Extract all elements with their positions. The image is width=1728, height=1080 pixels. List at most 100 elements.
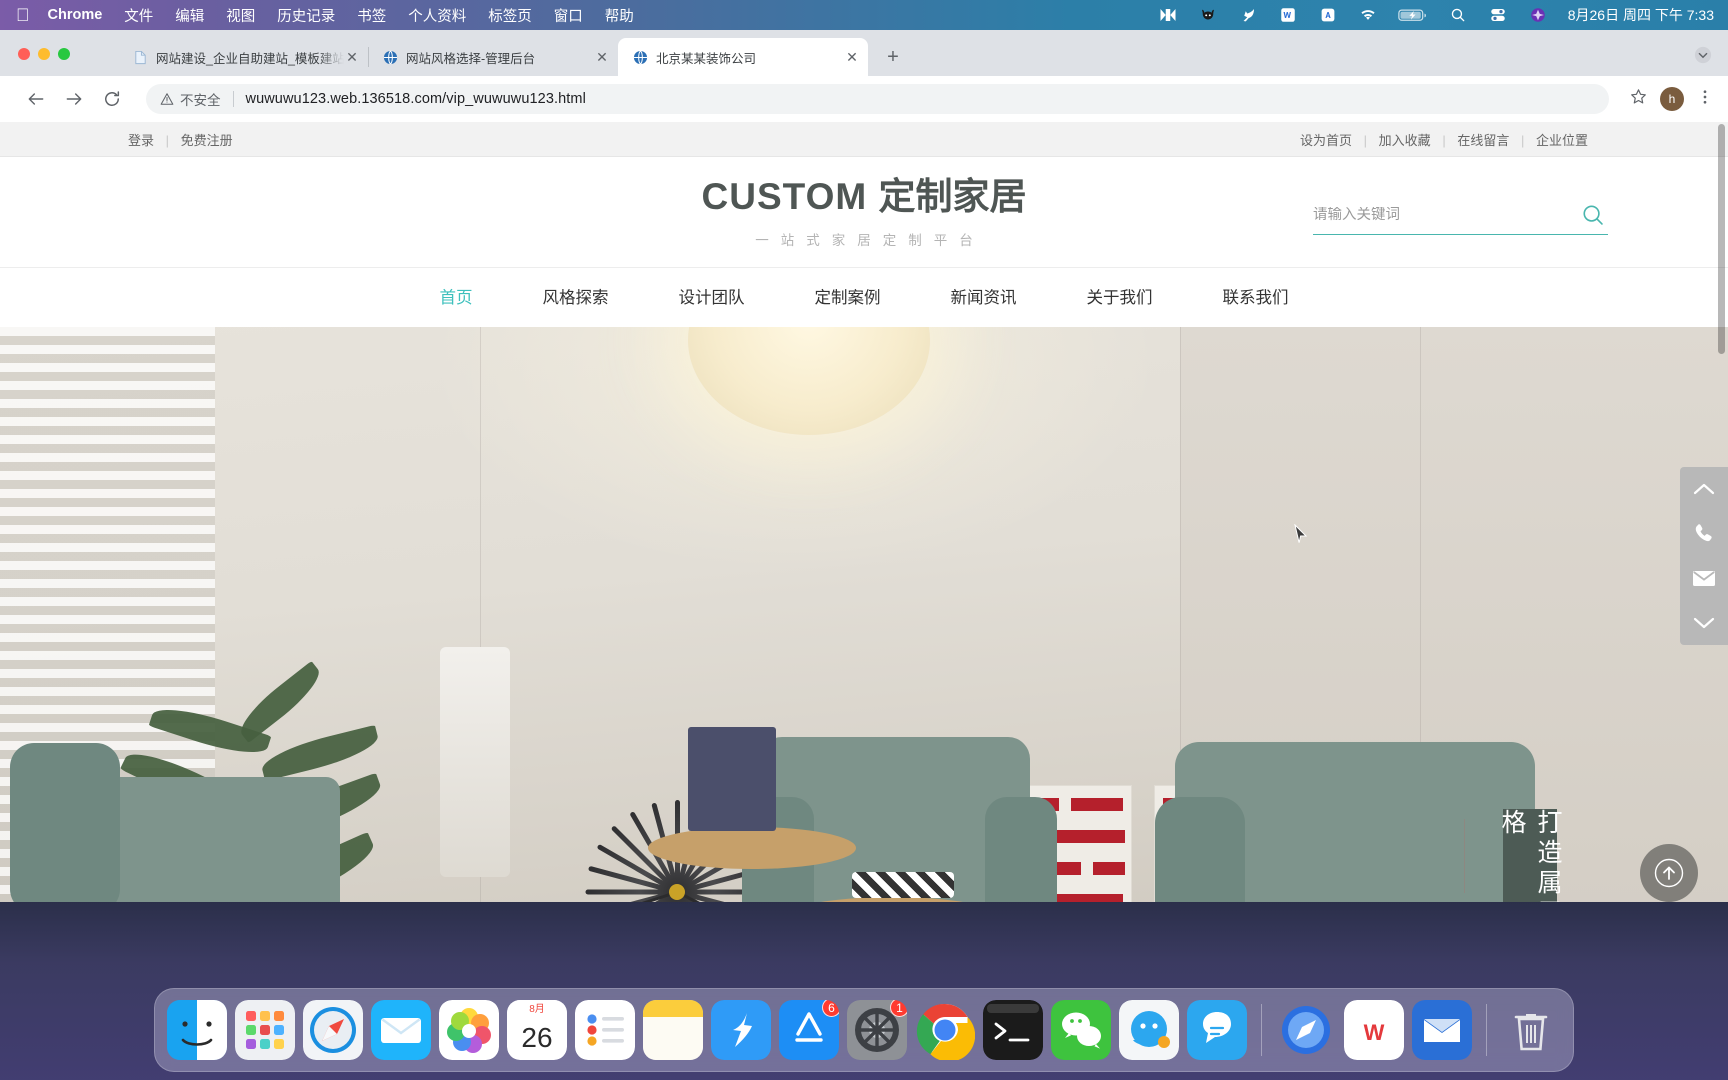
bookmark-star-icon[interactable]	[1629, 87, 1648, 111]
dock-app-app-store[interactable]: 6	[779, 1000, 839, 1060]
mouse-cursor	[1294, 523, 1308, 544]
macos-dock: 8月 26 6 1 W	[154, 988, 1574, 1072]
search-icon[interactable]	[1578, 203, 1608, 233]
tab-close-icon[interactable]: ✕	[594, 49, 610, 65]
menu-item-history[interactable]: 历史记录	[277, 5, 335, 26]
page-scrollbar[interactable]	[1714, 122, 1728, 902]
set-homepage-link[interactable]: 设为首页	[1300, 133, 1352, 148]
forward-button[interactable]	[58, 83, 90, 115]
menubar-clock[interactable]: 8月26日 周四 下午 7:33	[1568, 5, 1714, 25]
new-tab-button[interactable]: +	[878, 42, 908, 72]
back-button[interactable]	[20, 83, 52, 115]
calendar-day: 26	[521, 1022, 552, 1053]
dock-app-terminal[interactable]	[983, 1000, 1043, 1060]
nav-item-about-us[interactable]: 关于我们	[1052, 268, 1188, 328]
tab-strip: 网站建设_企业自助建站_模板建站 ✕ 网站风格选择-管理后台 ✕ 北京某某装饰公…	[0, 30, 1728, 76]
menu-item-file[interactable]: 文件	[124, 5, 153, 26]
add-favorite-link[interactable]: 加入收藏	[1379, 133, 1431, 148]
menu-item-view[interactable]: 视图	[226, 5, 255, 26]
tab-title: 网站风格选择-管理后台	[406, 51, 536, 66]
close-window-button[interactable]	[18, 48, 30, 60]
profile-avatar[interactable]: h	[1660, 87, 1684, 111]
badge-count: 6	[822, 1000, 839, 1017]
menu-item-edit[interactable]: 编辑	[175, 5, 204, 26]
search-input[interactable]	[1313, 206, 1578, 229]
tab-close-icon[interactable]: ✕	[844, 49, 860, 65]
menu-app-name[interactable]: Chrome	[48, 7, 103, 23]
register-link[interactable]: 免费注册	[181, 133, 233, 148]
nav-item-home[interactable]: 首页	[405, 268, 508, 328]
company-location-link[interactable]: 企业位置	[1536, 133, 1588, 148]
hero-banner[interactable]: 居家首选，时尚浪漫新感觉 打造属于您的独特风格	[0, 327, 1728, 902]
dock-app-launchpad[interactable]	[235, 1000, 295, 1060]
nav-item-design-team[interactable]: 设计团队	[644, 268, 780, 328]
nav-item-custom-cases[interactable]: 定制案例	[780, 268, 916, 328]
window-traffic-lights[interactable]	[18, 48, 70, 60]
tab-3[interactable]: 北京某某装饰公司 ✕	[618, 38, 868, 76]
dock-app-photos[interactable]	[439, 1000, 499, 1060]
tab-list-chevron-icon[interactable]	[1694, 46, 1712, 67]
security-label: 不安全	[180, 93, 221, 108]
reload-button[interactable]	[96, 83, 128, 115]
battery-icon[interactable]	[1397, 6, 1428, 24]
dock-area: 8月 26 6 1 W	[0, 902, 1728, 1080]
video-icon[interactable]	[1158, 6, 1178, 24]
dock-app-reminders[interactable]	[575, 1000, 635, 1060]
nav-item-contact-us[interactable]: 联系我们	[1188, 268, 1324, 328]
wps-icon[interactable]	[1278, 6, 1298, 24]
dock-app-finder[interactable]	[167, 1000, 227, 1060]
dock-app-browser-alt[interactable]	[1276, 1000, 1336, 1060]
online-message-link[interactable]: 在线留言	[1457, 133, 1509, 148]
tab-2[interactable]: 网站风格选择-管理后台 ✕	[368, 38, 618, 76]
tab-1[interactable]: 网站建设_企业自助建站_模板建站 ✕	[118, 38, 369, 76]
chrome-menu-icon[interactable]	[1696, 88, 1714, 111]
dock-app-wps[interactable]: W	[1344, 1000, 1404, 1060]
dock-app-mail-alt[interactable]	[1412, 1000, 1472, 1060]
dock-app-chrome[interactable]	[915, 1000, 975, 1060]
search-icon[interactable]	[1448, 6, 1468, 24]
dock-app-system-preferences[interactable]: 1	[847, 1000, 907, 1060]
dock-app-trash[interactable]	[1501, 1000, 1561, 1060]
maximize-window-button[interactable]	[58, 48, 70, 60]
site-search[interactable]	[1313, 201, 1608, 235]
tab-close-icon[interactable]: ✕	[344, 49, 360, 65]
security-indicator[interactable]: 不安全	[160, 89, 221, 109]
nav-item-news[interactable]: 新闻资讯	[916, 268, 1052, 328]
wifi-icon[interactable]	[1358, 6, 1378, 24]
dock-app-calendar[interactable]: 8月 26	[507, 1000, 567, 1060]
menu-item-profile[interactable]: 个人资料	[408, 5, 466, 26]
stacked-chairs-decoration	[440, 647, 510, 877]
dock-app-notes[interactable]	[643, 1000, 703, 1060]
dock-app-mail[interactable]	[371, 1000, 431, 1060]
macos-menu-bar:  Chrome 文件 编辑 视图 历史记录 书签 个人资料 标签页 窗口 帮助	[0, 0, 1728, 30]
menu-item-window[interactable]: 窗口	[554, 5, 583, 26]
nav-item-style-explore[interactable]: 风格探索	[508, 268, 644, 328]
armchair-center-arm-r	[985, 797, 1057, 902]
dock-app-qq[interactable]	[1119, 1000, 1179, 1060]
dock-app-safari[interactable]	[303, 1000, 363, 1060]
armchair-right-arm	[1155, 797, 1245, 902]
site-nav: 首页 风格探索 设计团队 定制案例 新闻资讯 关于我们 联系我们	[0, 267, 1728, 327]
minimize-window-button[interactable]	[38, 48, 50, 60]
back-to-top-button[interactable]	[1640, 844, 1698, 902]
menu-item-bookmarks[interactable]: 书签	[357, 5, 386, 26]
apple-logo-icon[interactable]: 	[16, 6, 30, 24]
address-bar[interactable]: 不安全 wuwuwu123.web.136518.com/vip_wuwuwu1…	[146, 84, 1609, 114]
input-method-icon[interactable]	[1318, 6, 1338, 24]
login-link[interactable]: 登录	[128, 133, 154, 148]
hero-accent-line	[1464, 819, 1465, 893]
siri-icon[interactable]	[1528, 6, 1548, 24]
menu-item-help[interactable]: 帮助	[605, 5, 634, 26]
scrollbar-thumb[interactable]	[1718, 124, 1725, 354]
dock-app-wechat[interactable]	[1051, 1000, 1111, 1060]
bull-icon[interactable]	[1198, 6, 1218, 24]
dock-app-youdao[interactable]	[1187, 1000, 1247, 1060]
checkered-box-decoration	[852, 872, 954, 898]
menu-item-tabs[interactable]: 标签页	[488, 5, 532, 26]
topbar-separator: |	[1442, 132, 1446, 148]
bird-icon[interactable]	[1238, 6, 1258, 24]
control-center-icon[interactable]	[1488, 6, 1508, 24]
topbar-separator: |	[1363, 132, 1368, 148]
topbar-right-links: 设为首页 | 加入收藏 | 在线留言 | 企业位置	[1300, 130, 1588, 149]
dock-app-dingtalk[interactable]	[711, 1000, 771, 1060]
